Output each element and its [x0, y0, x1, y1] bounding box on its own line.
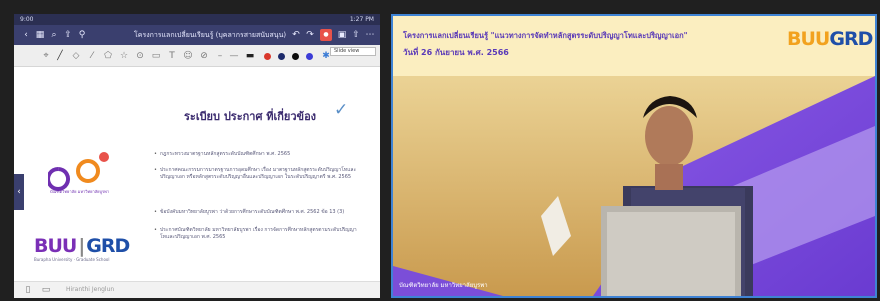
status-right: 1:27 PM — [349, 16, 374, 23]
record-icon[interactable]: ● — [320, 29, 332, 41]
image-icon[interactable]: ⊙ — [134, 50, 146, 62]
banner-title: โครงการแลกเปลี่ยนเรียนรู้ "แนวทางการจัดท… — [403, 31, 688, 40]
grid-icon[interactable]: ▦ — [34, 29, 46, 41]
document-title: โครงการแลกเปลี่ยนเรียนรู้ (บุคลากรสายสนั… — [134, 31, 287, 39]
link-icon[interactable]: ⊘ — [198, 50, 210, 62]
speaker-camera-tile[interactable]: โครงการแลกเปลี่ยนเรียนรู้ "แนวทางการจัดท… — [391, 14, 877, 298]
buu-logo-caption: Burapha University · Graduate School — [34, 257, 110, 262]
event-banner: โครงการแลกเปลี่ยนเรียนรู้ "แนวทางการจัดท… — [393, 16, 875, 76]
layout-icon[interactable]: ▭ — [40, 284, 52, 296]
bullet-item-4: ประกาศบัณฑิตวิทยาลัย มหาวิทยาลัยบูรพา เร… — [154, 227, 360, 241]
buu-logo-text: BUU — [34, 235, 77, 257]
redo-icon[interactable]: ↷ — [304, 29, 316, 41]
status-time: 9:00 — [20, 16, 34, 23]
bullet-item-1: กฎกระทรวงมาตรฐานหลักสูตรระดับบัณฑิตศึกษา… — [154, 151, 360, 158]
search-icon[interactable]: ⌕ — [48, 29, 60, 41]
banner-date: วันที่ 26 กันยายน พ.ศ. 2566 — [403, 48, 509, 57]
meeting-stage: 9:00 1:27 PM ‹ ▦ ⌕ ⇪ ⚲ โครงการแลกเปลี่ยน… — [0, 0, 880, 301]
bullet-item-3: ข้อบังคับมหาวิทยาลัยบูรพา ว่าด้วยการศึกษ… — [154, 209, 360, 216]
lasso-icon[interactable]: ⌖ — [40, 50, 52, 62]
highlighter-icon[interactable]: ⁄ — [86, 50, 98, 62]
annotation-toolbar: ⌖ ╱ ◇ ⁄ ⬠ ☆ ⊙ ▭ T ☺ ⊘ – — ▬ ✱ Slide view — [14, 45, 380, 67]
grd-logo-text: GRD — [86, 235, 130, 257]
color-blue-swatch[interactable] — [306, 53, 313, 60]
color-red-swatch[interactable] — [264, 53, 271, 60]
pages-icon[interactable]: ▣ — [336, 29, 348, 41]
pen-icon[interactable]: ╱ — [54, 50, 66, 62]
stroke-medium-icon[interactable]: — — [228, 50, 240, 62]
buu-grd-logo: BUU | GRD Burapha University · Graduate Sc… — [34, 235, 144, 262]
graduate-school-logo: บัณฑิตวิทยาลัย มหาวิทยาลัยบูรพา — [46, 147, 118, 197]
tablet-bottom-bar: ▯ ▭ Hiranthi Jenglun — [14, 281, 380, 298]
check-mark-icon: ✓ — [334, 100, 349, 120]
star-icon[interactable]: ☆ — [118, 50, 130, 62]
banner-grd-text: GRD — [829, 28, 873, 50]
page-thumb-icon[interactable]: ▯ — [22, 284, 34, 296]
sidebar-toggle-icon[interactable]: ‹ — [14, 174, 24, 210]
speaker-caption: บัณฑิตวิทยาลัย มหาวิทยาลัยบูรพา — [399, 282, 488, 289]
view-dropdown[interactable]: Slide view — [330, 47, 376, 56]
color-navy-swatch[interactable] — [278, 53, 285, 60]
presenter-name: Hiranthi Jenglun — [66, 286, 115, 293]
tablet-title-bar: ‹ ▦ ⌕ ⇪ ⚲ โครงการแลกเปลี่ยนเรียนรู้ (บุค… — [14, 25, 380, 45]
bullet-item-2: ประกาศคณะกรรมการมาตรฐานการอุดมศึกษา เรื่… — [154, 167, 360, 181]
bookmark-icon[interactable]: ⚲ — [76, 29, 88, 41]
banner-buu-grd-logo: BUUGRD — [787, 28, 873, 64]
tablet-status-bar: 9:00 1:27 PM — [14, 14, 380, 25]
text-icon[interactable]: T — [166, 50, 178, 62]
shapes-icon[interactable]: ⬠ — [102, 50, 114, 62]
sticker-icon[interactable]: ☺ — [182, 50, 194, 62]
undo-icon[interactable]: ↶ — [290, 29, 302, 41]
logo-caption: บัณฑิตวิทยาลัย มหาวิทยาลัยบูรพา — [50, 189, 109, 195]
eraser-icon[interactable]: ◇ — [70, 50, 82, 62]
shared-screen-tile[interactable]: 9:00 1:27 PM ‹ ▦ ⌕ ⇪ ⚲ โครงการแลกเปลี่ยน… — [14, 14, 380, 298]
export-icon[interactable]: ⇧ — [350, 29, 362, 41]
slide-canvas: ระเบียบ ประกาศ ที่เกี่ยวข้อง ✓ บัณฑิตวิท… — [14, 67, 380, 281]
stroke-thin-icon[interactable]: – — [214, 50, 226, 62]
stroke-thick-icon[interactable]: ▬ — [244, 50, 256, 62]
banner-buu-text: BUU — [787, 28, 830, 50]
color-black-swatch[interactable] — [292, 53, 299, 60]
back-icon[interactable]: ‹ — [20, 29, 32, 41]
share-icon[interactable]: ⇪ — [62, 29, 74, 41]
camera-icon[interactable]: ▭ — [150, 50, 162, 62]
more-icon[interactable]: ⋯ — [364, 29, 376, 41]
slide-heading: ระเบียบ ประกาศ ที่เกี่ยวข้อง — [184, 110, 317, 123]
